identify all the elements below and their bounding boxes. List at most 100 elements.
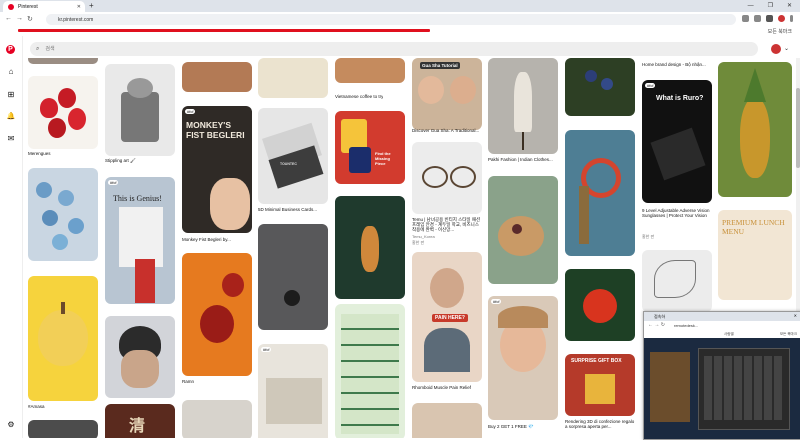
back-icon[interactable]: ← — [5, 15, 12, 22]
pinterest-logo-icon[interactable]: P — [6, 45, 16, 55]
pin-promoted: 홍한 판 — [412, 240, 425, 245]
pin-caption: Buy 2 GET 1 FREE 💎 — [488, 424, 534, 429]
pin-overlay-text: PREMIUM LUNCH MENU — [722, 218, 785, 236]
tab-title: Pinterest — [18, 3, 38, 10]
extension-icon[interactable] — [742, 15, 749, 22]
search-bar: ⌕ — [30, 42, 758, 56]
pin-card[interactable] — [335, 196, 405, 299]
popup-bookmark-item[interactable]: 사람별 — [724, 332, 734, 337]
pin-caption: Stippling art 🖌 — [105, 158, 136, 163]
pin-card[interactable]: #fcf — [488, 296, 558, 420]
pin-card-stippling[interactable] — [105, 64, 175, 156]
account-chevron-icon[interactable]: ⌄ — [784, 45, 789, 52]
pin-card[interactable] — [718, 62, 792, 197]
remote-desktop-popup-window[interactable]: 접속하 ✕ ← → ↻ remotedesk... 사람별 모든 북마크 — [643, 311, 800, 440]
minimize-button[interactable]: — — [748, 0, 754, 12]
pin-caption: Home brand design - Bộ nhận... — [642, 62, 706, 67]
browser-tab-bar: Pinterest ✕ + — ❐ ✕ — [0, 0, 800, 12]
pin-card-business-cards[interactable]: TOUNTEC — [258, 108, 328, 204]
pin-card[interactable] — [642, 250, 712, 312]
pin-caption: 5D Minimal Business Cards... — [258, 207, 318, 212]
pin-card-genius[interactable]: #fcf This is Genius! — [105, 177, 175, 304]
pin-card-pakhi-fashion[interactable] — [488, 58, 558, 154]
maximize-button[interactable]: ❐ — [768, 0, 773, 12]
pin-card-gua-sha[interactable]: Gua Sha Tutorial — [412, 58, 482, 130]
pin-card-glasses[interactable] — [412, 142, 482, 214]
gif-badge: #fcf — [645, 83, 656, 88]
avatar[interactable] — [771, 44, 781, 54]
scrollbar-thumb[interactable] — [796, 88, 800, 168]
all-bookmarks-folder[interactable]: 모든 북마크 — [768, 28, 792, 35]
pin-overlay-text: This is Genius! — [113, 194, 162, 203]
pin-overlay-text: Find the Missing Piece — [375, 151, 391, 166]
address-bar[interactable]: kr.pinterest.com — [46, 14, 736, 25]
messages-icon[interactable]: ✉ — [6, 134, 16, 144]
download-icon[interactable] — [754, 15, 761, 22]
popup-tab-title[interactable]: 접속하 — [654, 314, 665, 320]
reload-icon[interactable]: ↻ — [27, 15, 33, 23]
menu-kebab-icon[interactable] — [790, 15, 793, 22]
pin-caption: Rhomboid Muscle Pain Relief — [412, 385, 472, 390]
home-icon[interactable]: ⌂ — [6, 67, 16, 77]
settings-icon[interactable]: ⚙ — [6, 420, 16, 430]
remote-screen-view[interactable] — [644, 338, 800, 439]
pin-card-ruro[interactable]: #fcf What is Ruro? — [642, 80, 712, 203]
tab-close-icon[interactable]: ✕ — [77, 4, 81, 10]
pin-card-lunch-menu[interactable]: PREMIUM LUNCH MENU — [718, 210, 792, 300]
pin-overlay-text: MONKEY'S FIST BEGLERI — [186, 120, 245, 140]
account-avatar-icon[interactable] — [778, 15, 785, 22]
pin-card[interactable] — [28, 58, 98, 64]
popup-all-bookmarks[interactable]: 모든 북마크 — [780, 332, 797, 337]
pin-card[interactable] — [335, 304, 405, 438]
window-controls: — ❐ ✕ — [748, 0, 798, 12]
new-tab-button[interactable]: + — [89, 1, 94, 10]
pin-card[interactable] — [182, 62, 252, 92]
pin-card-surprise-box[interactable]: SURPRISE GIFT BOX — [565, 354, 635, 416]
pin-card-pain-here[interactable]: PAIN HERE? — [412, 252, 482, 382]
pin-caption: #Amasa — [28, 404, 45, 409]
url-text: kr.pinterest.com — [58, 16, 94, 23]
popup-close-icon[interactable]: ✕ — [794, 313, 797, 318]
pin-card[interactable] — [565, 269, 635, 341]
create-icon[interactable]: ⊞ — [6, 90, 16, 100]
pin-caption: Pakhi Fashion | Indian Clothes... — [488, 157, 553, 162]
pin-card-amasa[interactable] — [28, 276, 98, 401]
close-window-button[interactable]: ✕ — [787, 0, 792, 12]
pin-card[interactable] — [105, 316, 175, 398]
pin-card[interactable] — [565, 58, 635, 116]
pin-caption: 9 Level Adjustable Adverse Vision Sungla… — [642, 208, 710, 218]
pin-card[interactable] — [488, 176, 558, 284]
pin-card[interactable] — [182, 400, 252, 438]
forward-icon[interactable]: → — [16, 15, 23, 22]
pin-card[interactable]: 清 — [105, 404, 175, 438]
popup-nav-icon[interactable]: ← → ↻ — [648, 322, 665, 328]
pin-card-merengues[interactable] — [28, 76, 98, 149]
pin-caption: Rendering 3D di confezione regalo a sorp… — [565, 419, 635, 429]
search-icon: ⌕ — [36, 45, 40, 52]
pin-card[interactable] — [28, 420, 98, 438]
pin-overlay-text: SURPRISE GIFT BOX — [571, 358, 622, 364]
pin-caption: Vietnamese coffee to try — [335, 94, 384, 99]
bookmarks-bar: 모든 북마크 — [0, 27, 800, 36]
popup-tab-bar: 접속하 ✕ — [644, 312, 800, 321]
browser-tab-pinterest[interactable]: Pinterest ✕ — [3, 1, 85, 12]
pinterest-sidebar: P ⌂ ⊞ 🔔 ✉ ⚙ — [0, 36, 23, 438]
pin-overlay-text: Gua Sha Tutorial — [420, 62, 460, 69]
pin-card[interactable] — [28, 168, 98, 261]
pin-card[interactable] — [258, 224, 328, 330]
pin-card[interactable]: #fcf — [258, 344, 328, 438]
gif-badge: #fcf — [185, 109, 196, 114]
pin-card[interactable] — [335, 58, 405, 83]
pin-caption: Monkey Fist Begleri by... — [182, 237, 231, 242]
pin-caption: Merengues — [28, 151, 51, 156]
pin-card[interactable] — [565, 130, 635, 256]
pin-card[interactable] — [182, 253, 252, 376]
pin-caption: Temu | 남녀공용 빈티지 스타일 패션 프레임 안경 - 계두일 학교, … — [412, 217, 481, 232]
pin-card[interactable] — [258, 58, 328, 98]
pin-card-missing-piece[interactable]: Find the Missing Piece — [335, 111, 405, 184]
notifications-icon[interactable]: 🔔 — [6, 112, 16, 122]
pin-card-monkey-fist[interactable]: #fcf MONKEY'S FIST BEGLERI — [182, 106, 252, 233]
pin-card[interactable] — [412, 403, 482, 438]
search-input[interactable] — [43, 45, 648, 53]
profile-icon[interactable] — [766, 15, 773, 22]
